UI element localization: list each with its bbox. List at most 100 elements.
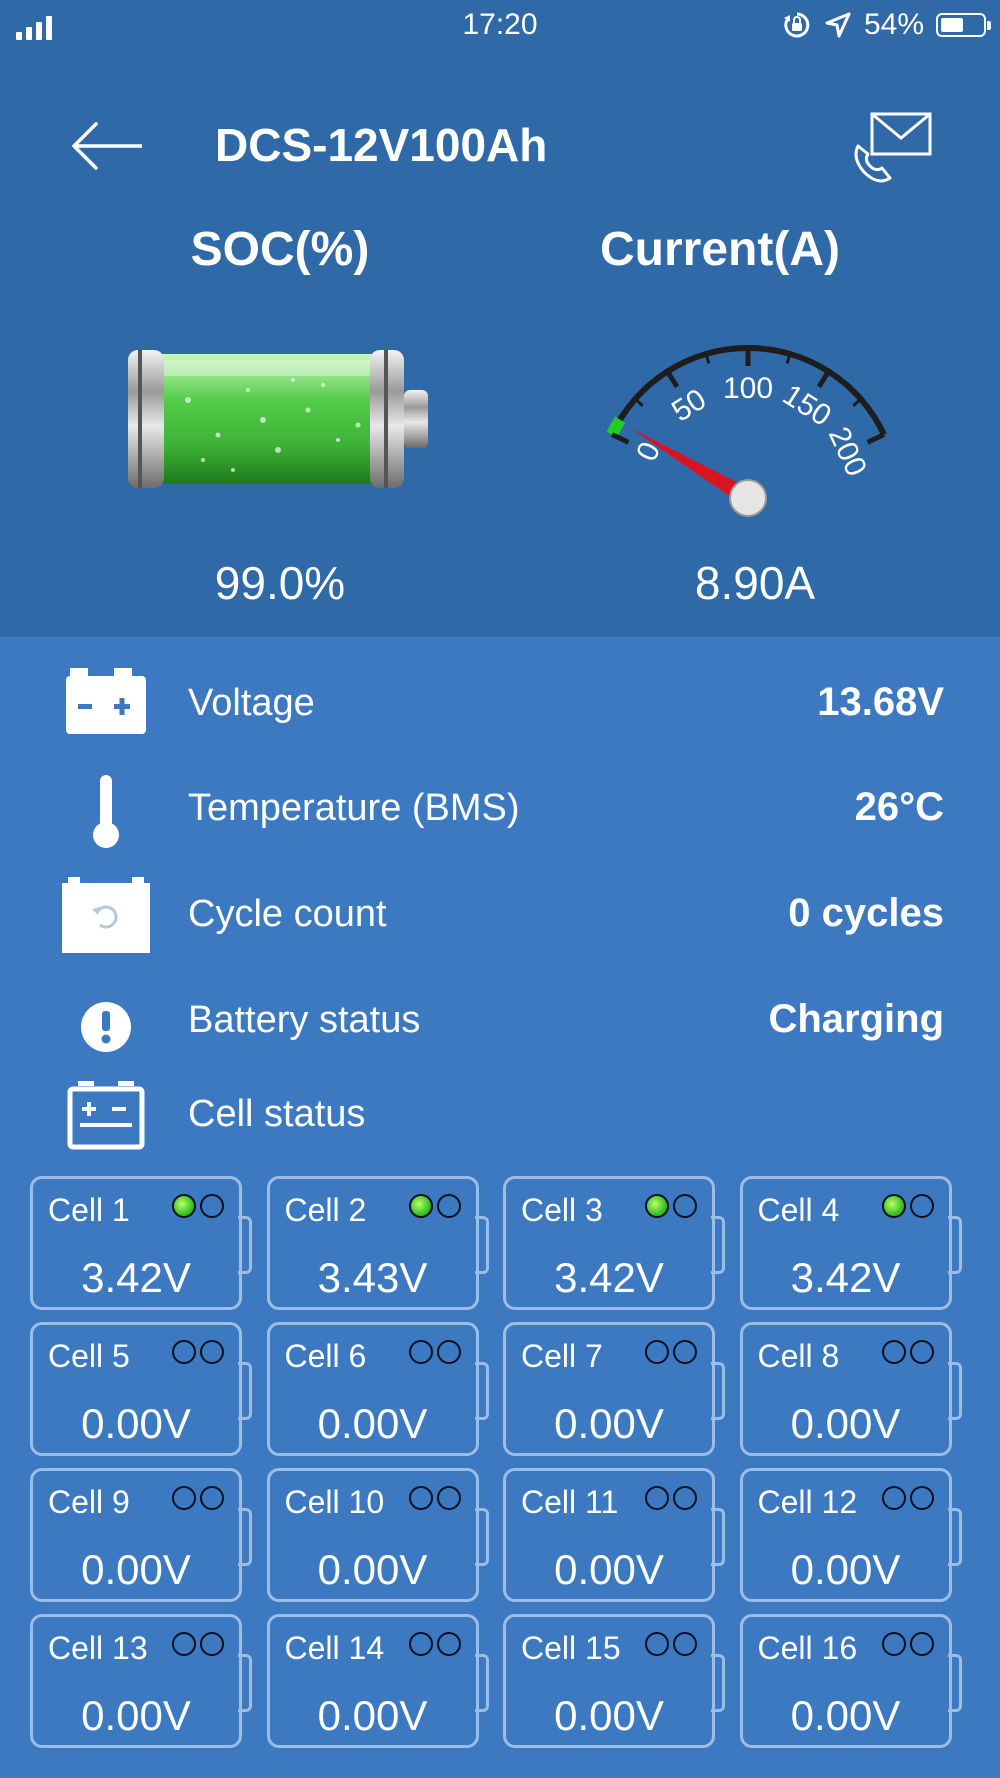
soc-value: 99.0% xyxy=(214,557,346,609)
cell-indicators xyxy=(645,1194,697,1218)
metric-label-voltage: Voltage xyxy=(188,682,315,724)
gauge-hub xyxy=(729,479,767,517)
cell-alarm-led-icon xyxy=(909,1194,934,1218)
metric-label-temperature: Temperature (BMS) xyxy=(188,787,520,829)
cell-balance-led-icon xyxy=(408,1340,433,1364)
cell-card[interactable]: Cell 8 0.00V xyxy=(739,1322,962,1456)
cell-card[interactable]: Cell 4 3.42V xyxy=(739,1176,962,1310)
current-gauge: 0 50 100 150200 xyxy=(606,345,887,517)
metric-label-cycle-count: Cycle count xyxy=(188,893,387,935)
cell-balance-led-icon xyxy=(645,1194,669,1218)
cell-card[interactable]: Cell 9 0.00V xyxy=(30,1468,252,1602)
cell-indicators xyxy=(881,1632,934,1656)
cell-indicators xyxy=(645,1340,697,1364)
cell-indicators xyxy=(881,1340,934,1364)
cell-card[interactable]: Cell 2 3.43V xyxy=(266,1176,489,1310)
gauge-tick-label: 200 xyxy=(822,422,873,481)
metric-value-temperature: 26°C xyxy=(854,785,944,829)
cell-alarm-led-icon xyxy=(909,1486,934,1510)
cell-alarm-led-icon xyxy=(436,1632,461,1656)
cell-balance-led-icon xyxy=(408,1194,433,1218)
cell-card[interactable]: Cell 6 0.00V xyxy=(266,1322,489,1456)
cell-alarm-led-icon xyxy=(673,1340,697,1364)
cell-name: Cell 7 xyxy=(521,1338,603,1374)
cell-name: Cell 14 xyxy=(284,1630,385,1666)
gauge-tick-label: 50 xyxy=(666,383,712,429)
cell-name: Cell 9 xyxy=(48,1484,130,1520)
cell-voltage: 3.42V xyxy=(554,1254,664,1301)
cell-voltage: 0.00V xyxy=(317,1546,428,1593)
current-value: 8.90A xyxy=(694,557,816,609)
gauge-tick xyxy=(665,370,680,389)
cell-alarm-led-icon xyxy=(909,1632,934,1656)
cell-card[interactable]: Cell 14 0.00V xyxy=(266,1614,489,1748)
cell-name: Cell 4 xyxy=(757,1192,840,1228)
cell-card[interactable]: Cell 16 0.00V xyxy=(739,1614,962,1748)
cell-card[interactable]: Cell 15 0.00V xyxy=(503,1614,725,1748)
metric-row-battery-status: Battery status Charging xyxy=(0,983,1000,1063)
cell-card[interactable]: Cell 12 0.00V xyxy=(739,1468,962,1602)
gauge-tick-label: 150 xyxy=(777,378,837,433)
cell-voltage: 0.00V xyxy=(317,1400,428,1447)
cell-name: Cell 3 xyxy=(521,1192,603,1228)
cell-indicators xyxy=(172,1486,224,1510)
gauge-green-zone xyxy=(606,416,626,438)
metric-value-cycle-count: 0 cycles xyxy=(788,891,944,935)
cell-voltage: 0.00V xyxy=(554,1546,664,1593)
cell-alarm-led-icon xyxy=(200,1340,224,1364)
current-label: Current(A) xyxy=(600,223,840,276)
cell-alarm-led-icon xyxy=(200,1194,224,1218)
status-bar: 17:20 54% xyxy=(0,0,1000,60)
metric-label-battery-status: Battery status xyxy=(188,999,421,1041)
soc-battery-icon xyxy=(128,350,428,488)
cell-balance-led-icon xyxy=(172,1486,196,1510)
cell-name: Cell 10 xyxy=(284,1484,385,1520)
cell-voltage: 3.42V xyxy=(790,1254,901,1301)
cell-card[interactable]: Cell 11 0.00V xyxy=(503,1468,725,1602)
metric-row-cycle-count: Cycle count 0 cycles xyxy=(0,877,1000,957)
cell-voltage: 0.00V xyxy=(554,1692,664,1739)
orientation-lock-icon xyxy=(783,12,810,38)
cell-alarm-led-icon xyxy=(200,1486,224,1510)
battery-cell-icon xyxy=(67,1081,145,1150)
battery-plus-minus-icon xyxy=(66,668,146,734)
cell-card[interactable]: Cell 7 0.00V xyxy=(503,1322,725,1456)
cell-indicators xyxy=(645,1632,697,1656)
cell-card[interactable]: Cell 13 0.00V xyxy=(30,1614,252,1748)
gauge-tick xyxy=(634,397,644,407)
cell-card[interactable]: Cell 10 0.00V xyxy=(266,1468,489,1602)
cell-card[interactable]: Cell 5 0.00V xyxy=(30,1322,252,1456)
cell-card[interactable]: Cell 3 3.42V xyxy=(503,1176,725,1310)
cell-balance-led-icon xyxy=(408,1486,433,1510)
metric-label-cell-status: Cell status xyxy=(188,1093,366,1135)
cell-balance-led-icon xyxy=(172,1340,196,1364)
battery-cycle-icon xyxy=(62,877,150,953)
thermometer-icon xyxy=(93,775,119,848)
cell-indicators xyxy=(881,1194,934,1218)
cell-voltage: 0.00V xyxy=(81,1692,191,1739)
back-arrow-icon[interactable] xyxy=(68,120,148,172)
cell-balance-led-icon xyxy=(172,1632,196,1656)
gauge-tick xyxy=(852,397,862,407)
exclamation-icon xyxy=(81,1002,131,1052)
cell-balance-led-icon xyxy=(881,1340,906,1364)
cell-balance-led-icon xyxy=(881,1486,906,1510)
cell-name: Cell 1 xyxy=(48,1192,130,1228)
gauge-tick-label: 100 xyxy=(723,372,773,405)
cell-card[interactable]: Cell 1 3.42V xyxy=(30,1176,252,1310)
cell-alarm-led-icon xyxy=(200,1632,224,1656)
cell-voltage: 3.42V xyxy=(81,1254,191,1301)
metric-value-battery-status: Charging xyxy=(768,997,944,1041)
contact-mail-phone-icon[interactable] xyxy=(850,106,936,192)
metric-value-voltage: 13.68V xyxy=(817,680,944,724)
cell-name: Cell 13 xyxy=(48,1630,148,1666)
cell-voltage: 0.00V xyxy=(81,1400,191,1447)
cell-voltage: 0.00V xyxy=(81,1546,191,1593)
cell-balance-led-icon xyxy=(408,1632,433,1656)
cell-voltage: 0.00V xyxy=(317,1692,428,1739)
cell-alarm-led-icon xyxy=(673,1486,697,1510)
metric-row-voltage: Voltage 13.68V xyxy=(0,666,1000,746)
cell-name: Cell 11 xyxy=(521,1484,619,1520)
cell-indicators xyxy=(172,1340,224,1364)
device-title: DCS-12V100Ah xyxy=(215,119,548,171)
